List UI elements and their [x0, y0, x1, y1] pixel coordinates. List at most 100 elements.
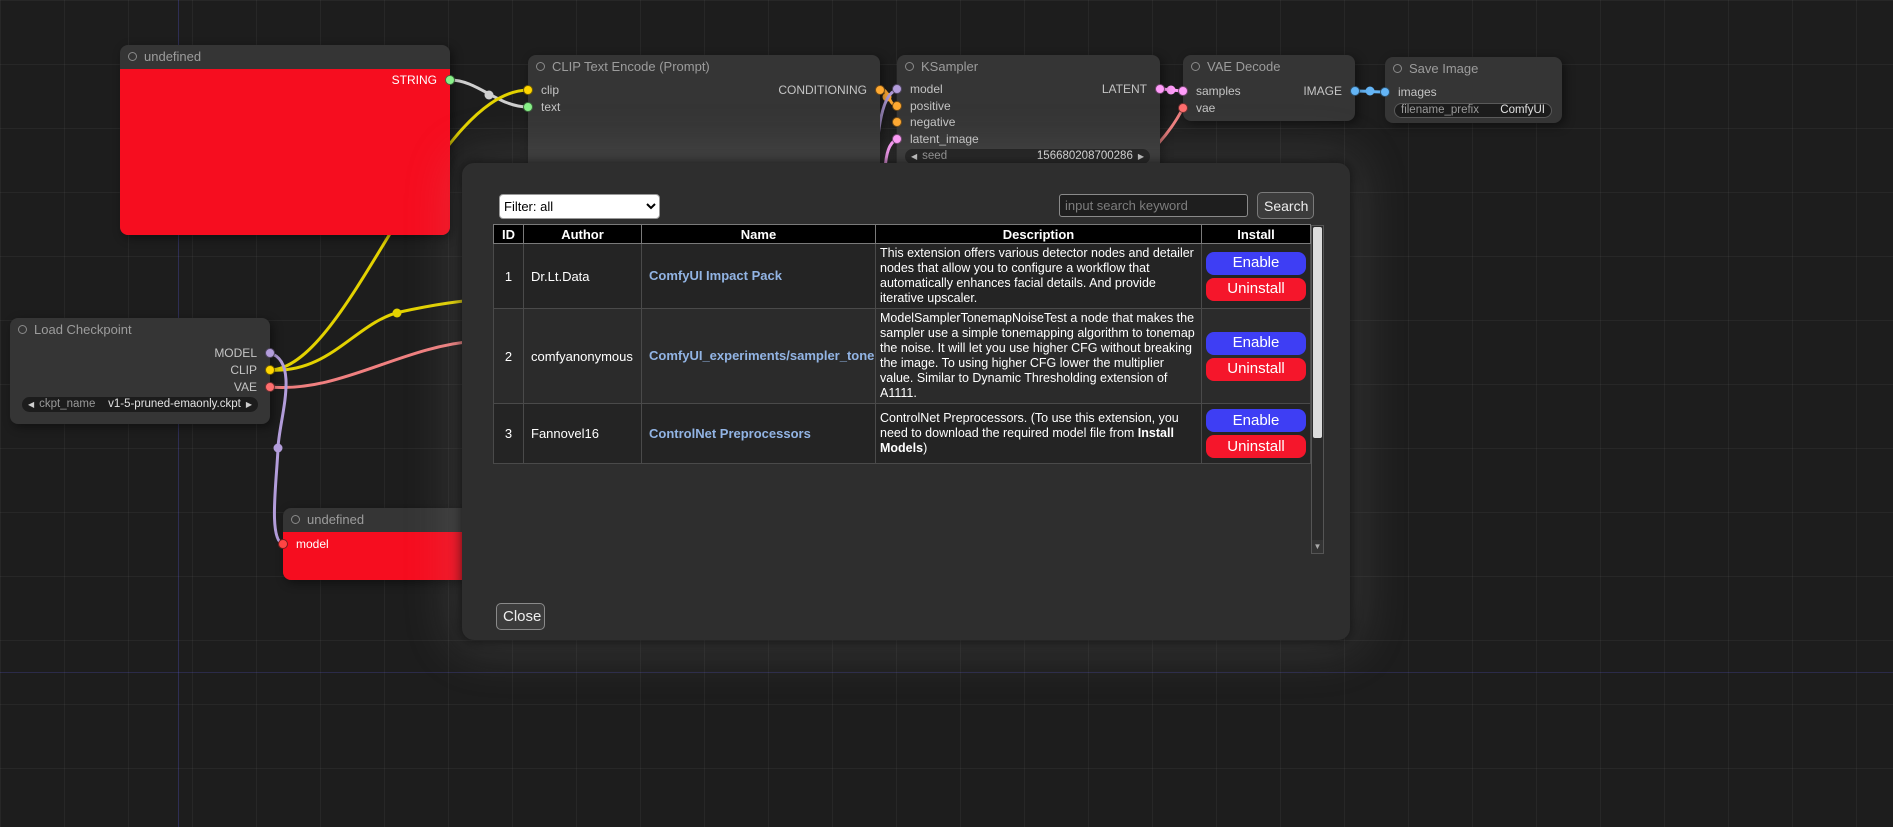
scrollbar-thumb[interactable]: [1313, 227, 1322, 438]
latent-pin-icon[interactable]: [892, 134, 902, 144]
search-button[interactable]: Search: [1257, 192, 1314, 219]
decrement-arrow-icon[interactable]: ◀: [911, 149, 917, 164]
input-slot-text[interactable]: text: [528, 100, 560, 114]
extension-row: 3 Fannovel16 ControlNet Preprocessors Co…: [494, 404, 1311, 464]
conditioning-pin-icon[interactable]: [892, 101, 902, 111]
string-pin-icon[interactable]: [445, 75, 455, 85]
conditioning-pin-icon[interactable]: [875, 85, 885, 95]
latent-pin-icon[interactable]: [1155, 84, 1165, 94]
output-slot-conditioning[interactable]: CONDITIONING: [778, 83, 880, 97]
uninstall-button[interactable]: Uninstall: [1206, 278, 1306, 301]
slot-label: model: [910, 82, 943, 96]
image-pin-icon[interactable]: [1380, 87, 1390, 97]
node-save-image[interactable]: Save Image images filename_prefix ComfyU…: [1385, 57, 1562, 123]
output-slot-image[interactable]: IMAGE: [1303, 84, 1355, 98]
input-slot-model[interactable]: model: [897, 82, 943, 96]
next-arrow-icon[interactable]: ▶: [246, 397, 252, 412]
extension-description: This extension offers various detector n…: [876, 244, 1202, 309]
wire-dot-image: [1366, 87, 1375, 96]
output-slot-model[interactable]: MODEL: [214, 346, 270, 360]
increment-arrow-icon[interactable]: ▶: [1138, 149, 1144, 164]
model-pin-icon[interactable]: [265, 348, 275, 358]
ckpt-name-widget[interactable]: ◀ ckpt_name v1-5-pruned-emaonly.ckpt ▶: [22, 397, 258, 412]
extension-author: comfyanonymous: [524, 309, 642, 404]
clip-pin-icon[interactable]: [523, 85, 533, 95]
column-header-install: Install: [1202, 225, 1311, 244]
wire-dot-latent: [1167, 86, 1176, 95]
input-slot-latent-image[interactable]: latent_image: [897, 132, 979, 146]
slot-label: latent_image: [910, 132, 979, 146]
latent-pin-icon[interactable]: [1178, 86, 1188, 96]
slot-label: negative: [910, 115, 955, 129]
extension-table: ID Author Name Description Install 1 Dr.…: [493, 224, 1311, 464]
output-slot-string[interactable]: STRING: [392, 73, 450, 87]
extension-id: 3: [494, 404, 524, 464]
close-button[interactable]: Close: [496, 603, 545, 630]
image-pin-icon[interactable]: [1350, 86, 1360, 96]
node-undefined-bottom[interactable]: undefined model: [283, 508, 470, 580]
input-slot-negative[interactable]: negative: [897, 115, 955, 129]
slot-label: VAE: [234, 380, 257, 394]
wire-dot-model: [274, 444, 283, 453]
collapse-dot-icon[interactable]: [291, 515, 300, 524]
input-slot-model[interactable]: model: [283, 537, 329, 551]
node-vae-decode[interactable]: VAE Decode samples vae IMAGE: [1183, 55, 1355, 121]
input-slot-vae[interactable]: vae: [1183, 101, 1215, 115]
node-header[interactable]: undefined: [120, 45, 450, 69]
model-pin-icon[interactable]: [892, 84, 902, 94]
conditioning-pin-icon[interactable]: [892, 117, 902, 127]
output-slot-latent[interactable]: LATENT: [1102, 82, 1160, 96]
enable-button[interactable]: Enable: [1206, 252, 1306, 275]
slot-label: vae: [1196, 101, 1215, 115]
node-header[interactable]: undefined: [283, 508, 470, 532]
scrollbar-down-button[interactable]: ▼: [1312, 540, 1323, 553]
widget-value: ComfyUI: [1500, 103, 1545, 118]
extension-link[interactable]: ComfyUI_experiments/sampler_tonemap: [643, 348, 876, 363]
search-input[interactable]: [1059, 194, 1248, 217]
collapse-dot-icon[interactable]: [905, 62, 914, 71]
node-load-checkpoint[interactable]: Load Checkpoint MODEL CLIP VAE ◀ ckpt_na…: [10, 318, 270, 424]
filter-select[interactable]: Filter: all: [499, 194, 660, 219]
vae-pin-icon[interactable]: [265, 382, 275, 392]
previous-arrow-icon[interactable]: ◀: [28, 397, 34, 412]
extension-link[interactable]: ControlNet Preprocessors: [643, 426, 811, 441]
vae-pin-icon[interactable]: [1178, 103, 1188, 113]
description-text: ControlNet Preprocessors. (To use this e…: [880, 411, 1179, 440]
scrollbar[interactable]: ▼: [1311, 225, 1324, 554]
output-slot-clip[interactable]: CLIP: [230, 363, 270, 377]
filename-prefix-widget[interactable]: filename_prefix ComfyUI: [1394, 103, 1552, 118]
enable-button[interactable]: Enable: [1206, 409, 1306, 432]
node-header[interactable]: CLIP Text Encode (Prompt): [528, 55, 880, 79]
clip-pin-icon[interactable]: [265, 365, 275, 375]
node-header[interactable]: Load Checkpoint: [10, 318, 270, 342]
slot-label: samples: [1196, 84, 1241, 98]
node-undefined-top[interactable]: undefined STRING: [120, 45, 450, 235]
model-pin-icon[interactable]: [278, 539, 288, 549]
extension-row: 1 Dr.Lt.Data ComfyUI Impact Pack This ex…: [494, 244, 1311, 309]
collapse-dot-icon[interactable]: [128, 52, 137, 61]
input-slot-positive[interactable]: positive: [897, 99, 951, 113]
collapse-dot-icon[interactable]: [18, 325, 27, 334]
uninstall-button[interactable]: Uninstall: [1206, 358, 1306, 381]
input-slot-samples[interactable]: samples: [1183, 84, 1241, 98]
widget-value: 156680208700286: [1037, 149, 1133, 164]
output-slot-vae[interactable]: VAE: [234, 380, 270, 394]
collapse-dot-icon[interactable]: [1191, 62, 1200, 71]
input-slot-clip[interactable]: clip: [528, 83, 559, 97]
node-title: undefined: [144, 49, 201, 64]
slot-label: IMAGE: [1303, 84, 1342, 98]
column-header-description: Description: [876, 225, 1202, 244]
node-header[interactable]: VAE Decode: [1183, 55, 1355, 79]
string-pin-icon[interactable]: [523, 102, 533, 112]
node-header[interactable]: KSampler: [897, 55, 1160, 79]
seed-widget[interactable]: ◀ seed 156680208700286 ▶: [905, 149, 1150, 164]
uninstall-button[interactable]: Uninstall: [1206, 435, 1306, 458]
extension-link[interactable]: ComfyUI Impact Pack: [643, 268, 782, 283]
slot-label: positive: [910, 99, 951, 113]
collapse-dot-icon[interactable]: [1393, 64, 1402, 73]
enable-button[interactable]: Enable: [1206, 332, 1306, 355]
extension-description: ControlNet Preprocessors. (To use this e…: [876, 404, 1202, 464]
collapse-dot-icon[interactable]: [536, 62, 545, 71]
node-header[interactable]: Save Image: [1385, 57, 1562, 81]
input-slot-images[interactable]: images: [1385, 85, 1437, 99]
